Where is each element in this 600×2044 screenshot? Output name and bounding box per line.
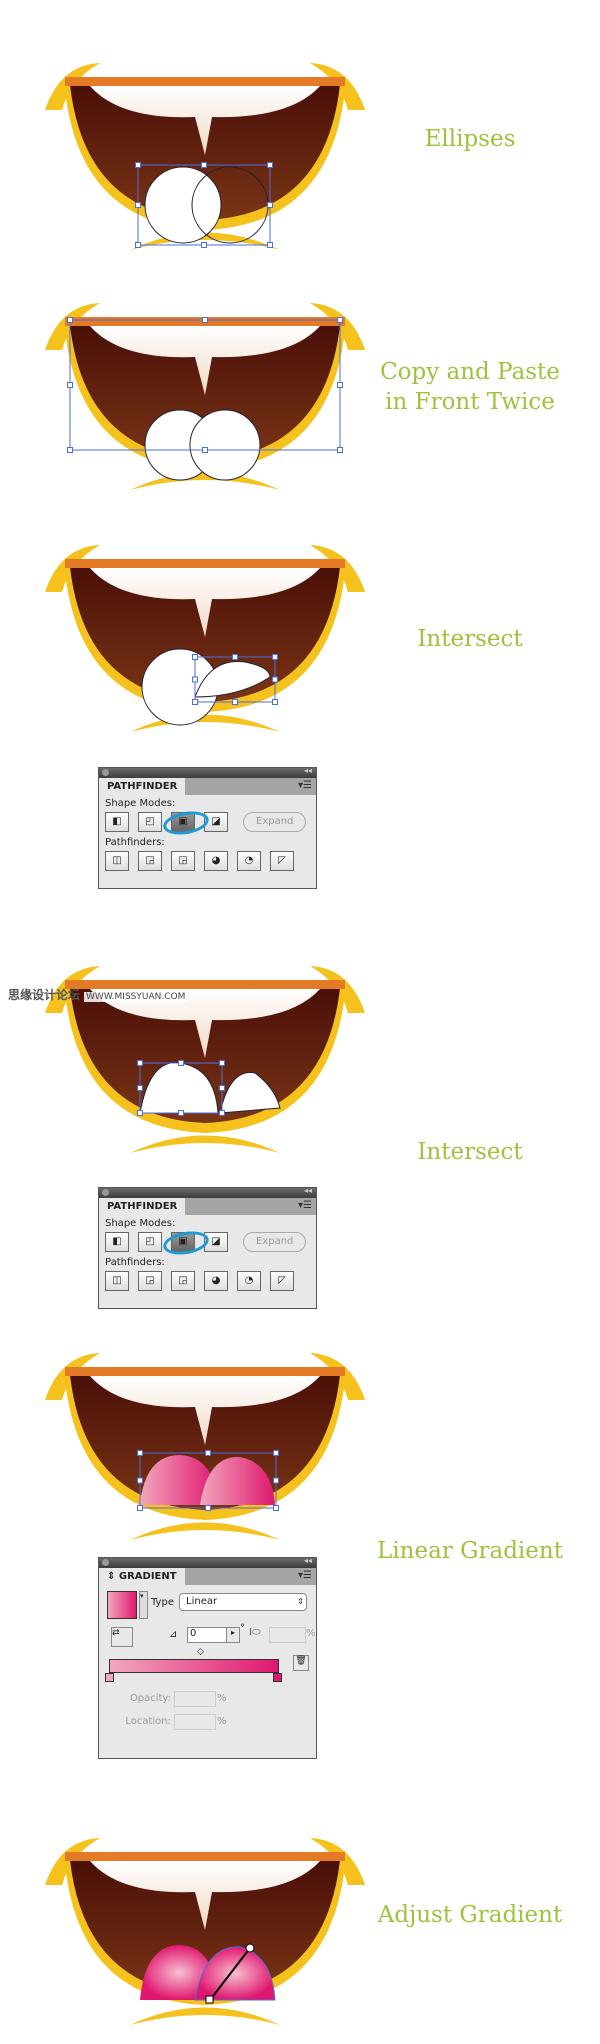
reverse-gradient-button[interactable]: ⇄: [111, 1627, 133, 1647]
step-label: Ellipses: [424, 126, 516, 152]
divide-button[interactable]: ◫: [105, 851, 129, 871]
degree-symbol: °: [240, 1623, 245, 1634]
type-select[interactable]: Linear ⇕: [179, 1593, 307, 1611]
aspect-ratio-icon: I⬭: [249, 1627, 261, 1638]
panel-menu-icon[interactable]: ▾☰: [298, 1570, 312, 1581]
shape-modes-label: Shape Modes:: [105, 798, 176, 809]
step-label: Intersect: [417, 1139, 523, 1165]
crop-button[interactable]: ◕: [204, 851, 228, 871]
minus-front-button[interactable]: ◰: [138, 1232, 162, 1252]
trash-icon[interactable]: 🗑: [293, 1655, 309, 1671]
minus-back-button[interactable]: ◸: [270, 851, 294, 871]
trim-button[interactable]: ◲: [138, 851, 162, 871]
opacity-input[interactable]: [174, 1691, 216, 1707]
expand-button[interactable]: Expand: [243, 812, 307, 832]
location-label: Location:: [125, 1716, 171, 1727]
mouth-illustration: [40, 537, 370, 747]
divide-button[interactable]: ◫: [105, 1271, 129, 1291]
swatch-dropdown[interactable]: ▾: [139, 1591, 148, 1619]
percent: %: [306, 1628, 316, 1639]
select-arrows-icon: ⇕: [297, 1597, 304, 1606]
gradient-stop-end[interactable]: [273, 1673, 282, 1682]
midpoint-slider[interactable]: ◇: [197, 1647, 204, 1657]
merge-button[interactable]: ◲: [171, 1271, 195, 1291]
panel-menu-icon[interactable]: ▾☰: [298, 1200, 312, 1211]
minus-back-button[interactable]: ◸: [270, 1271, 294, 1291]
merge-button[interactable]: ◲: [171, 851, 195, 871]
gradient-stop-start[interactable]: [105, 1673, 114, 1682]
shape-modes-label: Shape Modes:: [105, 1218, 176, 1229]
angle-input[interactable]: 0: [187, 1627, 227, 1643]
close-button[interactable]: [102, 1559, 109, 1566]
pathfinders-label: Pathfinders:: [105, 837, 165, 848]
gradient-slider[interactable]: [109, 1659, 279, 1673]
collapse-icon[interactable]: ◂◂: [304, 766, 312, 775]
pathfinders-label: Pathfinders:: [105, 1257, 165, 1268]
close-button[interactable]: [102, 1189, 109, 1196]
aspect-ratio-input[interactable]: [269, 1627, 306, 1643]
mouth-illustration: [40, 295, 370, 505]
expand-button[interactable]: Expand: [243, 1232, 307, 1252]
tab-pathfinder[interactable]: PATHFINDER: [99, 1198, 186, 1215]
step-label: Adjust Gradient: [377, 1902, 563, 1928]
trim-button[interactable]: ◲: [138, 1271, 162, 1291]
percent: %: [217, 1716, 227, 1727]
close-button[interactable]: [102, 769, 109, 776]
step-label: Copy and Paste in Front Twice: [380, 359, 560, 415]
gradient-swatch[interactable]: [107, 1591, 137, 1619]
angle-dropdown[interactable]: ▸: [226, 1627, 240, 1643]
pathfinder-panel: ◂◂ PATHFINDER ▾☰ Shape Modes: ◧ ◰ ▣ ◪ Expand …: [98, 766, 317, 889]
gradient-panel: ◂◂ ⇕ GRADIENT ▾☰ ▾ Type Linear ⇕ ⇄ ⊿ 0 ▸ °…: [98, 1556, 317, 1759]
unite-button[interactable]: ◧: [105, 812, 129, 832]
mouth-illustration: [40, 1345, 370, 1555]
type-label: Type: [151, 1597, 174, 1608]
percent: %: [217, 1693, 227, 1704]
outline-button[interactable]: ◔: [237, 851, 261, 871]
pathfinder-panel-2: ◂◂ PATHFINDER ▾☰ Shape Modes: ◧ ◰ ▣ ◪ Expand …: [98, 1186, 317, 1309]
tab-pathfinder[interactable]: PATHFINDER: [99, 778, 186, 795]
step-label: Linear Gradient: [377, 1538, 563, 1564]
opacity-label: Opacity:: [129, 1693, 171, 1704]
mouth-illustration: [40, 55, 370, 265]
tab-gradient[interactable]: ⇕ GRADIENT: [99, 1568, 185, 1585]
collapse-icon[interactable]: ◂◂: [304, 1556, 312, 1565]
location-input[interactable]: [174, 1714, 216, 1730]
collapse-icon[interactable]: ◂◂: [304, 1186, 312, 1195]
step-label: Intersect: [417, 626, 523, 652]
angle-icon: ⊿: [169, 1629, 178, 1640]
outline-button[interactable]: ◔: [237, 1271, 261, 1291]
unite-button[interactable]: ◧: [105, 1232, 129, 1252]
watermark: 思缘设计论坛 WWW.MISSYUAN.COM: [8, 988, 188, 1002]
minus-front-button[interactable]: ◰: [138, 812, 162, 832]
crop-button[interactable]: ◕: [204, 1271, 228, 1291]
mouth-illustration: [40, 1830, 370, 2040]
panel-menu-icon[interactable]: ▾☰: [298, 780, 312, 791]
